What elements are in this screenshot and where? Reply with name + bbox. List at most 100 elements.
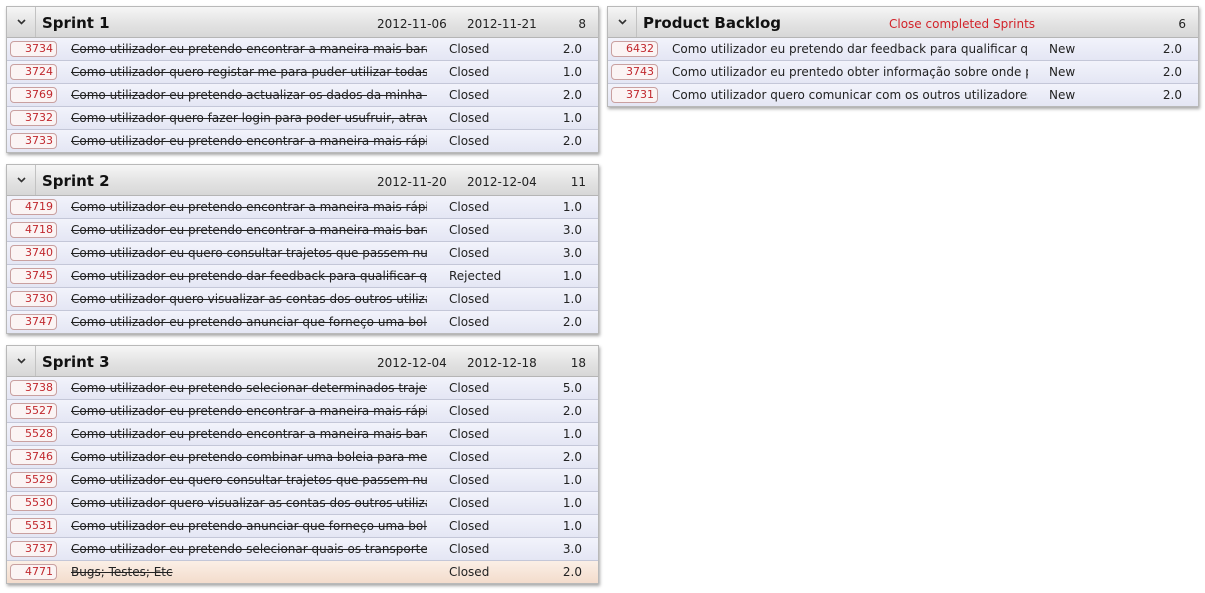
list-item[interactable]: 3745 Como utilizador eu pretendo dar fee… (7, 265, 598, 288)
item-points: 2.0 (562, 404, 582, 418)
list-item[interactable]: 3740 Como utilizador eu quero consultar t… (7, 242, 598, 265)
collapse-toggle[interactable] (7, 165, 36, 195)
list-item[interactable]: 5529 Como utilizador eu quero consultar t… (7, 469, 598, 492)
list-item[interactable]: 5527 Como utilizador eu pretendo encontra… (7, 400, 598, 423)
item-points: 1.0 (562, 269, 582, 283)
item-id-badge[interactable]: 3740 (10, 245, 57, 261)
item-status: New (1049, 88, 1076, 102)
item-id-badge[interactable]: 6432 (611, 41, 658, 57)
list-item[interactable]: 3724 Como utilizador quero registar-me pa… (7, 61, 598, 84)
list-item[interactable]: 3747 Como utilizador eu pretendo anunciar… (7, 311, 598, 333)
item-points: 2.0 (562, 134, 582, 148)
list-item[interactable]: 3746 Como utilizador eu pretendo combinar… (7, 446, 598, 469)
list-item[interactable]: 3737 Como utilizador eu pretendo selecion… (7, 538, 598, 561)
item-points: 2.0 (1162, 88, 1182, 102)
item-status: Closed (449, 134, 490, 148)
sprint-end-date: 2012-12-18 (467, 356, 537, 370)
item-id-badge[interactable]: 3745 (10, 268, 57, 284)
list-item[interactable]: 5530 Como utilizador quero visualizar as … (7, 492, 598, 515)
item-points: 1.0 (562, 427, 582, 441)
list-item[interactable]: 3733 Como utilizador eu pretendo encontra… (7, 130, 598, 152)
item-points: 1.0 (562, 519, 582, 533)
item-status: Closed (449, 542, 490, 556)
item-points: 5.0 (562, 381, 582, 395)
item-id-badge[interactable]: 5531 (10, 518, 57, 534)
sprint-end-date: 2012-12-04 (467, 175, 537, 189)
collapse-toggle[interactable] (608, 7, 637, 37)
sprint-panel-3: Sprint 3 2012-12-04 2012-12-18 18 3738 Co… (6, 345, 599, 584)
item-id-badge[interactable]: 3730 (10, 291, 57, 307)
item-points: 1.0 (562, 111, 582, 125)
item-id-badge[interactable]: 4718 (10, 222, 57, 238)
item-id-badge[interactable]: 3731 (611, 87, 658, 103)
list-item[interactable]: 4718 Como utilizador eu pretendo encontra… (7, 219, 598, 242)
sprint-start-date: 2012-11-20 (377, 175, 447, 189)
item-id-badge[interactable]: 3738 (10, 380, 57, 396)
item-id-badge[interactable]: 5528 (10, 426, 57, 442)
backlog-title: Product Backlog (643, 14, 782, 32)
sprint-title: Sprint 3 (42, 353, 110, 371)
item-points: 2.0 (562, 42, 582, 56)
item-description: Como utilizador eu quero consultar traje… (71, 246, 427, 260)
item-description: Bugs; Testes; Etc (71, 565, 173, 579)
list-item[interactable]: 3730 Como utilizador quero visualizar as … (7, 288, 598, 311)
sprint-points-total: 18 (570, 356, 586, 370)
collapse-toggle[interactable] (7, 346, 36, 376)
list-item[interactable]: 3732 Como utilizador quero fazer login pa… (7, 107, 598, 130)
list-item[interactable]: 3738 Como utilizador eu pretendo selecion… (7, 377, 598, 400)
list-item[interactable]: 5531 Como utilizador eu pretendo anunciar… (7, 515, 598, 538)
item-status: Closed (449, 519, 490, 533)
item-id-badge[interactable]: 3743 (611, 64, 658, 80)
list-item[interactable]: 5528 Como utilizador eu pretendo encontra… (7, 423, 598, 446)
close-completed-sprints-link[interactable]: Close completed Sprints (889, 17, 1035, 31)
item-id-badge[interactable]: 5529 (10, 472, 57, 488)
item-id-badge[interactable]: 3732 (10, 110, 57, 126)
item-status: Closed (449, 404, 490, 418)
item-status: Closed (449, 292, 490, 306)
item-description: Como utilizador eu pretendo actualizar o… (71, 88, 427, 102)
item-id-badge[interactable]: 3734 (10, 41, 57, 57)
item-id-badge[interactable]: 4771 (10, 564, 57, 580)
sprint-header: Sprint 3 2012-12-04 2012-12-18 18 (7, 346, 598, 377)
item-points: 2.0 (562, 88, 582, 102)
sprint-panel-2: Sprint 2 2012-11-20 2012-12-04 11 4719 Co… (6, 164, 599, 334)
item-id-badge[interactable]: 3746 (10, 449, 57, 465)
item-status: Closed (449, 473, 490, 487)
item-status: Closed (449, 200, 490, 214)
item-id-badge[interactable]: 5527 (10, 403, 57, 419)
item-id-badge[interactable]: 3769 (10, 87, 57, 103)
list-item[interactable]: 6432 Como utilizador eu pretendo dar fee… (608, 38, 1198, 61)
item-description: Como utilizador quero fazer login para p… (71, 111, 427, 125)
list-item[interactable]: 3731 Como utilizador quero comunicar com … (608, 84, 1198, 106)
list-item[interactable]: 3734 Como utilizador eu pretendo encontra… (7, 38, 598, 61)
chevron-down-icon (16, 177, 26, 183)
item-status: Closed (449, 111, 490, 125)
item-id-badge[interactable]: 3737 (10, 541, 57, 557)
item-status: Closed (449, 246, 490, 260)
chevron-down-icon (617, 19, 627, 25)
item-status: Closed (449, 450, 490, 464)
list-item-bug[interactable]: 4771 Bugs; Testes; Etc Closed 2.0 (7, 561, 598, 583)
item-id-badge[interactable]: 3747 (10, 314, 57, 330)
item-id-badge[interactable]: 4719 (10, 199, 57, 215)
sprint-item-list: 4719 Como utilizador eu pretendo encontra… (7, 196, 598, 333)
item-status: New (1049, 42, 1076, 56)
item-id-badge[interactable]: 3733 (10, 133, 57, 149)
item-description: Como utilizador eu pretendo encontrar a … (71, 134, 427, 148)
collapse-toggle[interactable] (7, 7, 36, 37)
item-status: Closed (449, 565, 490, 579)
sprint-start-date: 2012-12-04 (377, 356, 447, 370)
item-id-badge[interactable]: 3724 (10, 64, 57, 80)
list-item[interactable]: 3769 Como utilizador eu pretendo actualiz… (7, 84, 598, 107)
chevron-down-icon (16, 358, 26, 364)
item-description: Como utilizador eu pretendo encontrar a … (71, 200, 427, 214)
item-description: Como utilizador eu pretendo selecionar q… (71, 542, 427, 556)
sprint-points-total: 8 (578, 17, 586, 31)
item-points: 3.0 (562, 542, 582, 556)
list-item[interactable]: 3743 Como utilizador eu prentedo obter in… (608, 61, 1198, 84)
item-description: Como utilizador eu prentedo obter inform… (672, 65, 1028, 79)
item-id-badge[interactable]: 5530 (10, 495, 57, 511)
list-item[interactable]: 4719 Como utilizador eu pretendo encontra… (7, 196, 598, 219)
item-status: Rejected (449, 269, 502, 283)
item-status: Closed (449, 381, 490, 395)
